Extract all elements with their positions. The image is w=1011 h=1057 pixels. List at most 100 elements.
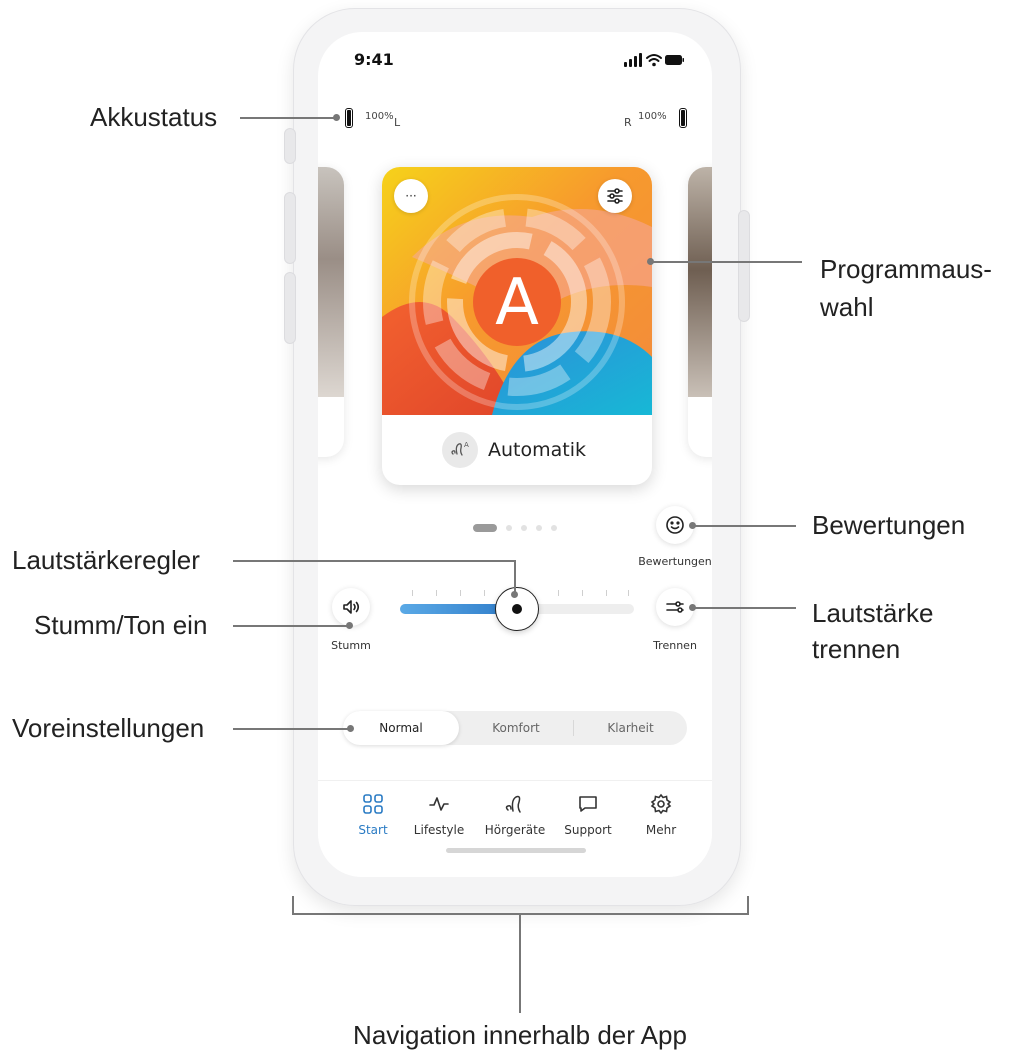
leader-line-volume-h xyxy=(233,560,515,562)
app-screen: 9:41 100% L R 100% A ··· A Automatik Bew… xyxy=(318,32,712,877)
callout-split-line1: Lautstärke xyxy=(812,598,934,628)
leader-line-mute xyxy=(233,625,349,627)
wifi-icon xyxy=(646,54,662,62)
carousel-dot-active[interactable] xyxy=(473,524,497,532)
status-icons xyxy=(624,53,684,67)
program-letter: A xyxy=(495,266,539,340)
tab-mehr[interactable]: Mehr xyxy=(622,793,700,837)
sliders-icon xyxy=(607,188,623,204)
carousel-dot[interactable] xyxy=(551,525,557,531)
callout-ratings: Bewertungen xyxy=(812,510,966,540)
hearing-aid-icon xyxy=(505,795,521,813)
grid-icon xyxy=(363,794,383,814)
bottom-tab-bar: Start Lifestyle Hörgeräte Support Mehr xyxy=(318,780,712,877)
phone-volume-down-button xyxy=(284,272,296,344)
preset-klarheit[interactable]: Klarheit xyxy=(574,711,687,745)
program-hearing-icon: A xyxy=(442,432,478,468)
more-icon: ··· xyxy=(405,189,417,203)
leader-pin-volume xyxy=(511,591,518,598)
callout-navigation: Navigation innerhalb der App xyxy=(353,1020,687,1050)
bracket-left xyxy=(292,896,294,914)
callout-battery: Akkustatus xyxy=(90,102,218,132)
tab-lifestyle-label: Lifestyle xyxy=(413,823,465,837)
leader-line-ratings xyxy=(694,525,796,527)
battery-right-side: R xyxy=(624,116,632,129)
mute-label: Stumm xyxy=(331,639,371,652)
carousel-dot[interactable] xyxy=(506,525,512,531)
hearing-aid-auto-icon: A xyxy=(451,441,469,456)
slider-tick xyxy=(436,590,437,596)
leader-pin-ratings xyxy=(689,522,696,529)
callout-program-line1: Programmaus- xyxy=(820,254,992,284)
slider-tick xyxy=(582,590,583,596)
phone-volume-up-button xyxy=(284,192,296,264)
status-time: 9:41 xyxy=(354,50,394,69)
leader-line-presets xyxy=(233,728,351,730)
cellular-signal-icon xyxy=(624,53,642,67)
tab-mehr-label: Mehr xyxy=(645,823,677,837)
svg-text:A: A xyxy=(464,441,469,449)
mute-button[interactable] xyxy=(332,588,370,626)
leader-pin-split xyxy=(689,604,696,611)
callout-program-line2: wahl xyxy=(820,292,874,322)
program-name: Automatik xyxy=(488,439,586,461)
tab-hoergeraete-label: Hörgeräte xyxy=(484,823,546,837)
leader-line-split xyxy=(694,607,796,609)
program-adjust-button[interactable] xyxy=(598,179,632,213)
slider-tick xyxy=(606,590,607,596)
callout-mute: Stumm/Ton ein xyxy=(34,610,208,640)
slider-tick xyxy=(460,590,461,596)
tab-start-label: Start xyxy=(358,823,388,837)
slider-tick xyxy=(558,590,559,596)
callout-split-line2: trennen xyxy=(812,634,901,664)
battery-right-percent: 100% xyxy=(638,111,667,122)
pulse-icon xyxy=(429,797,449,811)
program-more-button[interactable]: ··· xyxy=(394,179,428,213)
leader-pin-program xyxy=(647,258,654,265)
preset-komfort[interactable]: Komfort xyxy=(459,711,573,745)
battery-left-percent: 100% xyxy=(365,111,394,122)
program-card-previous-image xyxy=(318,167,344,397)
battery-left-icon xyxy=(345,108,353,128)
tab-support[interactable]: Support xyxy=(549,793,627,837)
leader-pin-battery xyxy=(333,114,340,121)
leader-pin-presets xyxy=(347,725,354,732)
volume-knob-dot xyxy=(512,604,522,614)
callout-presets: Voreinstellungen xyxy=(12,713,205,743)
split-label: Trennen xyxy=(653,639,697,652)
tab-hoergeraete[interactable]: Hörgeräte xyxy=(476,793,554,837)
battery-status-icon xyxy=(665,55,684,65)
home-indicator xyxy=(446,848,586,853)
preset-normal[interactable]: Normal xyxy=(343,711,459,745)
bracket-right xyxy=(747,896,749,914)
phone-side-button xyxy=(284,128,296,164)
battery-left-side: L xyxy=(394,116,401,129)
carousel-dot[interactable] xyxy=(536,525,542,531)
ratings-label: Bewertungen xyxy=(638,555,712,568)
chat-icon xyxy=(579,796,597,812)
bracket-bottom xyxy=(292,913,749,915)
battery-right-icon xyxy=(679,108,687,128)
leader-line-battery xyxy=(240,117,336,119)
leader-pin-mute xyxy=(346,622,353,629)
leader-line-volume-v xyxy=(514,560,516,594)
tab-lifestyle[interactable]: Lifestyle xyxy=(400,793,478,837)
program-card-previous[interactable] xyxy=(318,167,344,457)
leader-line-program xyxy=(652,261,802,263)
split-sliders-icon xyxy=(666,601,684,613)
speaker-icon xyxy=(343,600,360,614)
presets-segmented-control: Normal Komfort Klarheit xyxy=(343,711,687,745)
wifi-dot xyxy=(652,62,656,67)
callout-volume: Lautstärkeregler xyxy=(12,545,200,575)
slider-tick xyxy=(484,590,485,596)
program-card-active[interactable]: A ··· A Automatik xyxy=(382,167,652,485)
bracket-stem xyxy=(519,913,521,1013)
carousel-dot[interactable] xyxy=(521,525,527,531)
slider-tick xyxy=(628,590,629,596)
phone-power-button xyxy=(738,210,750,322)
program-card-next-image xyxy=(688,167,712,397)
tab-support-label: Support xyxy=(564,823,612,837)
program-card-next[interactable] xyxy=(688,167,712,457)
slider-tick xyxy=(412,590,413,596)
smiley-icon xyxy=(666,516,684,534)
